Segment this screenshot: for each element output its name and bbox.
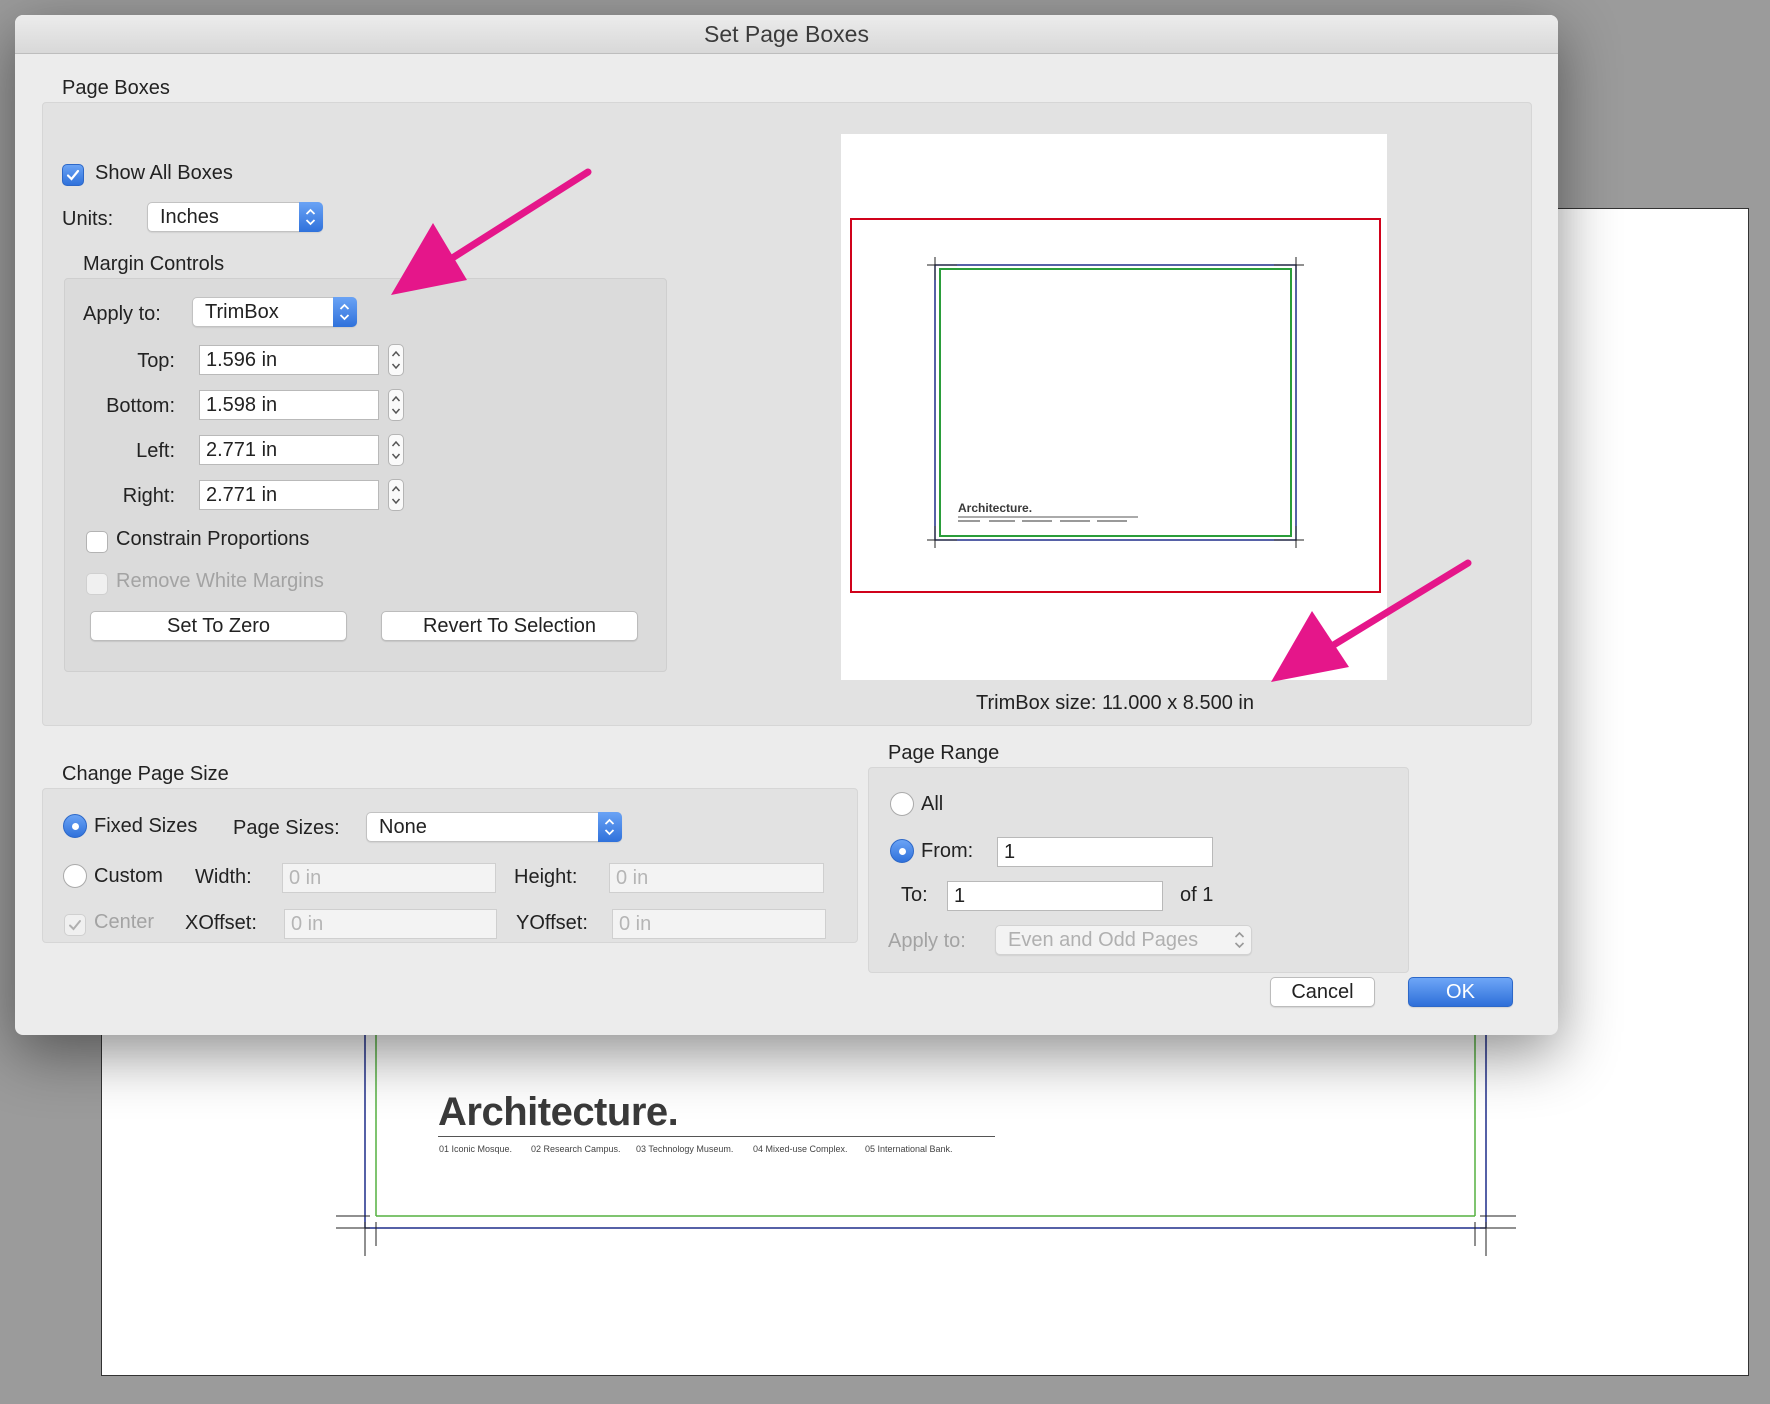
page-count-label: of 1 [1180, 884, 1214, 906]
height-label: Height: [514, 866, 578, 888]
page-sizes-value: None [379, 816, 427, 838]
background-list-item: 03 Technology Museum. [636, 1144, 734, 1154]
center-checkbox[interactable] [64, 914, 86, 936]
annotation-arrow-icon [391, 168, 592, 295]
page-sizes-popup[interactable]: None [366, 812, 622, 842]
center-label: Center [94, 911, 155, 933]
all-label: All [921, 793, 944, 815]
xoffset-field[interactable]: 0 in [284, 909, 497, 939]
custom-label: Custom [94, 865, 163, 887]
background-list-item: 02 Research Campus. [531, 1144, 621, 1154]
to-page-field[interactable]: 1 [947, 881, 1163, 911]
width-label: Width: [195, 866, 252, 888]
width-field[interactable]: 0 in [282, 863, 496, 893]
background-list-item: 01 Iconic Mosque. [439, 1144, 513, 1154]
from-radio[interactable] [890, 839, 914, 863]
fixed-sizes-label: Fixed Sizes [94, 815, 198, 837]
fixed-sizes-radio[interactable] [63, 814, 87, 838]
checkmark-icon [69, 920, 81, 931]
popup-arrows-icon [598, 812, 622, 842]
background-document-title: Architecture. [438, 1090, 679, 1134]
range-apply-to-popup[interactable]: Even and Odd Pages [995, 925, 1252, 955]
yoffset-label: YOffset: [516, 912, 588, 934]
annotation-arrow-icon [1271, 559, 1472, 682]
popup-arrows-icon [1228, 925, 1252, 955]
page-sizes-label: Page Sizes: [233, 817, 340, 839]
cancel-button[interactable]: Cancel [1270, 977, 1375, 1007]
custom-radio[interactable] [63, 864, 87, 888]
xoffset-label: XOffset: [185, 912, 257, 934]
height-field[interactable]: 0 in [609, 863, 824, 893]
ok-button[interactable]: OK [1408, 977, 1513, 1007]
background-list-item: 04 Mixed-use Complex. [753, 1144, 848, 1154]
from-page-field[interactable]: 1 [997, 837, 1213, 867]
background-title-rule [438, 1136, 995, 1137]
range-apply-to-value: Even and Odd Pages [1008, 929, 1199, 951]
from-label: From: [921, 840, 974, 862]
yoffset-field[interactable]: 0 in [612, 909, 826, 939]
page-range-label: Page Range [888, 742, 1000, 764]
background-list-item: 05 International Bank. [865, 1144, 953, 1154]
set-page-boxes-dialog: Set Page Boxes Page Boxes Show All Boxes… [15, 15, 1558, 1035]
range-apply-to-label: Apply to: [888, 930, 966, 952]
change-page-size-label: Change Page Size [62, 763, 229, 785]
all-pages-radio[interactable] [890, 792, 914, 816]
to-label: To: [901, 884, 928, 906]
